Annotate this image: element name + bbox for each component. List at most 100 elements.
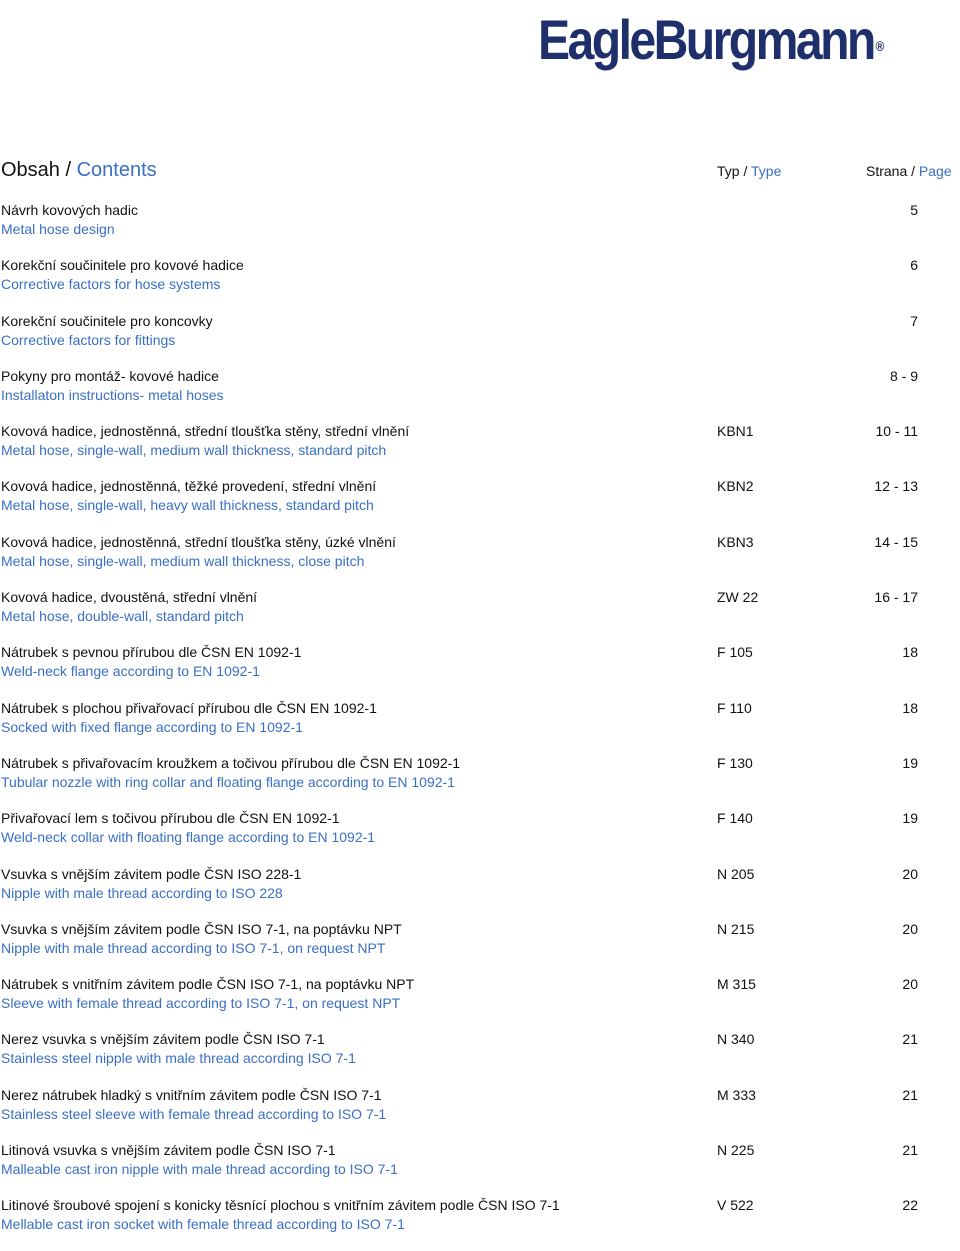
type-header-en: Type [751, 163, 782, 179]
entry-page: 19 [902, 810, 918, 827]
entry-title-en: Corrective factors for hose systems [1, 276, 221, 293]
entry-page: 5 [910, 202, 918, 218]
contents-list: Návrh kovových hadic Metal hose design 5 K… [0, 200, 960, 1251]
entry-title-cz: Přivařovací lem s točivou přírubou dle Č… [1, 810, 340, 827]
toc-entry[interactable]: Kovová hadice, jednostěnná, střední tlou… [0, 532, 960, 587]
toc-entry[interactable]: Nátrubek s vnitřním závitem podle ČSN IS… [0, 974, 960, 1029]
entry-type: F 110 [717, 699, 752, 716]
entry-title-en: Metal hose, single-wall, medium wall thi… [1, 442, 387, 459]
registered-mark: ® [875, 38, 885, 54]
entry-title-cz: Korekční součinitele pro koncovky [1, 312, 213, 329]
entry-page: 20 [902, 920, 918, 937]
entry-title-en: Nipple with male thread according to ISO… [1, 884, 283, 901]
entry-title-cz: Kovová hadice, dvoustěná, střední vlnění [1, 589, 258, 606]
contents-header: Obsah / Contents Typ / Type Strana / Pag… [0, 156, 960, 188]
entry-type: ZW 22 [717, 589, 759, 606]
entry-title-cz: Nátrubek s pevnou přírubou dle ČSN EN 10… [1, 644, 302, 661]
entry-title-cz: Litinové šroubové spojení s konicky těsn… [1, 1197, 560, 1214]
entry-title-en: Mellable cast iron socket with female th… [1, 1216, 405, 1233]
entry-page: 19 [902, 754, 918, 771]
page-column-header: Strana / Page [866, 161, 952, 181]
entry-title-en: Tubular nozzle with ring collar and floa… [1, 773, 455, 790]
type-header-cz: Typ / [717, 163, 748, 179]
entry-title-cz: Nátrubek s plochou přivařovací přírubou … [1, 699, 377, 716]
entry-title-en: Stainless steel nipple with male thread … [1, 1050, 356, 1067]
entry-title-en: Nipple with male thread according to ISO… [1, 939, 386, 956]
entry-type: M 333 [717, 1086, 756, 1103]
entry-title-en: Metal hose, single-wall, heavy wall thic… [1, 497, 374, 514]
toc-entry[interactable]: Nátrubek s přivařovacím kroužkem a točiv… [0, 753, 960, 808]
entry-title-en: Metal hose design [1, 221, 115, 237]
entry-title-cz: Nátrubek s vnitřním závitem podle ČSN IS… [1, 976, 415, 993]
toc-entry[interactable]: Korekční součinitele pro koncovky Correct… [0, 311, 960, 366]
page-title: Obsah / Contents [1, 156, 157, 184]
toc-entry[interactable]: Korekční součinitele pro kovové hadice Co… [0, 255, 960, 310]
type-column-header: Typ / Type [717, 161, 781, 181]
entry-title-cz: Návrh kovových hadic [1, 202, 138, 218]
entry-type: V 522 [717, 1197, 754, 1214]
entry-title-cz: Kovová hadice, jednostěnná, těžké proved… [1, 478, 377, 495]
entry-title-en: Corrective factors for fittings [1, 331, 176, 348]
entry-page: 14 - 15 [874, 533, 918, 550]
toc-entry[interactable]: Přivařovací lem s točivou přírubou dle Č… [0, 808, 960, 863]
entry-title-en: Metal hose, single-wall, medium wall thi… [1, 552, 365, 569]
entry-type: M 315 [717, 976, 756, 993]
entry-title-en: Socked with fixed flange according to EN… [1, 718, 303, 735]
page-header-cz: Strana / [866, 163, 916, 179]
toc-entry[interactable]: Nátrubek s plochou přivařovací přírubou … [0, 698, 960, 753]
title-cz: Obsah / [1, 159, 72, 181]
entry-title-cz: Kovová hadice, jednostěnná, střední tlou… [1, 423, 410, 440]
toc-entry[interactable]: Pokyny pro montáž- kovové hadice Installa… [0, 366, 960, 421]
entry-title-cz: Pokyny pro montáž- kovové hadice [1, 367, 219, 384]
title-en: Contents [76, 159, 157, 181]
entry-page: 21 [902, 1086, 918, 1103]
entry-page: 20 [902, 976, 918, 993]
entry-type: N 215 [717, 920, 755, 937]
toc-entry[interactable]: Kovová hadice, jednostěnná, střední tlou… [0, 421, 960, 476]
logo-text: EagleBurgmann [538, 8, 876, 71]
entry-title-en: Stainless steel sleeve with female threa… [1, 1105, 387, 1122]
entry-title-cz: Korekční součinitele pro kovové hadice [1, 257, 244, 274]
toc-entry[interactable]: Kovová hadice, jednostěnná, těžké proved… [0, 476, 960, 531]
entry-title-en: Installaton instructions- metal hoses [1, 386, 224, 403]
entry-title-en: Malleable cast iron nipple with male thr… [1, 1161, 398, 1178]
toc-entry[interactable]: Nerez nátrubek hladký s vnitřním závitem… [0, 1085, 960, 1140]
entry-title-cz: Nerez vsuvka s vnějším závitem podle ČSN… [1, 1031, 325, 1048]
entry-title-cz: Litinová vsuvka s vnějším závitem podle … [1, 1142, 336, 1159]
entry-title-cz: Vsuvka s vnějším závitem podle ČSN ISO 2… [1, 865, 302, 882]
toc-entry[interactable]: Kovová hadice, dvoustěná, střední vlnění… [0, 587, 960, 642]
entry-title-cz: Kovová hadice, jednostěnná, střední tlou… [1, 533, 396, 550]
entry-type: F 105 [717, 644, 753, 661]
entry-page: 22 [902, 1197, 918, 1214]
entry-page: 8 - 9 [889, 367, 918, 384]
entry-page: 21 [902, 1031, 918, 1048]
entry-title-en: Sleeve with female thread according to I… [1, 995, 401, 1012]
entry-title-en: Metal hose, double-wall, standard pitch [1, 608, 244, 625]
toc-entry[interactable]: Vsuvka s vnějším závitem podle ČSN ISO 2… [0, 864, 960, 919]
toc-entry[interactable]: Návrh kovových hadic Metal hose design 5 [0, 200, 960, 255]
entry-type: F 130 [717, 754, 753, 771]
entry-page: 7 [910, 312, 918, 329]
toc-entry[interactable]: Vsuvka s vnějším závitem podle ČSN ISO 7… [0, 919, 960, 974]
entry-page: 10 - 11 [875, 423, 918, 440]
entry-type: KBN2 [717, 478, 754, 495]
toc-entry[interactable]: Nátrubek s pevnou přírubou dle ČSN EN 10… [0, 642, 960, 697]
entry-title-cz: Nerez nátrubek hladký s vnitřním závitem… [1, 1086, 382, 1103]
entry-type: N 225 [717, 1142, 755, 1159]
eagleburgmann-logo: EagleBurgmann ® [538, 8, 884, 78]
entry-page: 21 [902, 1142, 918, 1159]
entry-page: 18 [902, 644, 918, 661]
toc-entry[interactable]: Nerez vsuvka s vnějším závitem podle ČSN… [0, 1029, 960, 1084]
page-header-en: Page [918, 163, 952, 179]
entry-type: N 340 [717, 1031, 755, 1048]
entry-title-en: Weld-neck flange according to EN 1092-1 [1, 663, 260, 680]
entry-page: 6 [910, 257, 918, 274]
entry-title-en: Weld-neck collar with floating flange ac… [1, 829, 376, 846]
entry-page: 16 - 17 [874, 589, 918, 606]
toc-entry[interactable]: Litinové šroubové spojení s konicky těsn… [0, 1195, 960, 1250]
entry-type: N 205 [717, 865, 755, 882]
entry-title-cz: Vsuvka s vnějším závitem podle ČSN ISO 7… [1, 920, 402, 937]
entry-title-cz: Nátrubek s přivařovacím kroužkem a točiv… [1, 754, 461, 771]
toc-entry[interactable]: Litinová vsuvka s vnějším závitem podle … [0, 1140, 960, 1195]
entry-page: 18 [902, 699, 918, 716]
